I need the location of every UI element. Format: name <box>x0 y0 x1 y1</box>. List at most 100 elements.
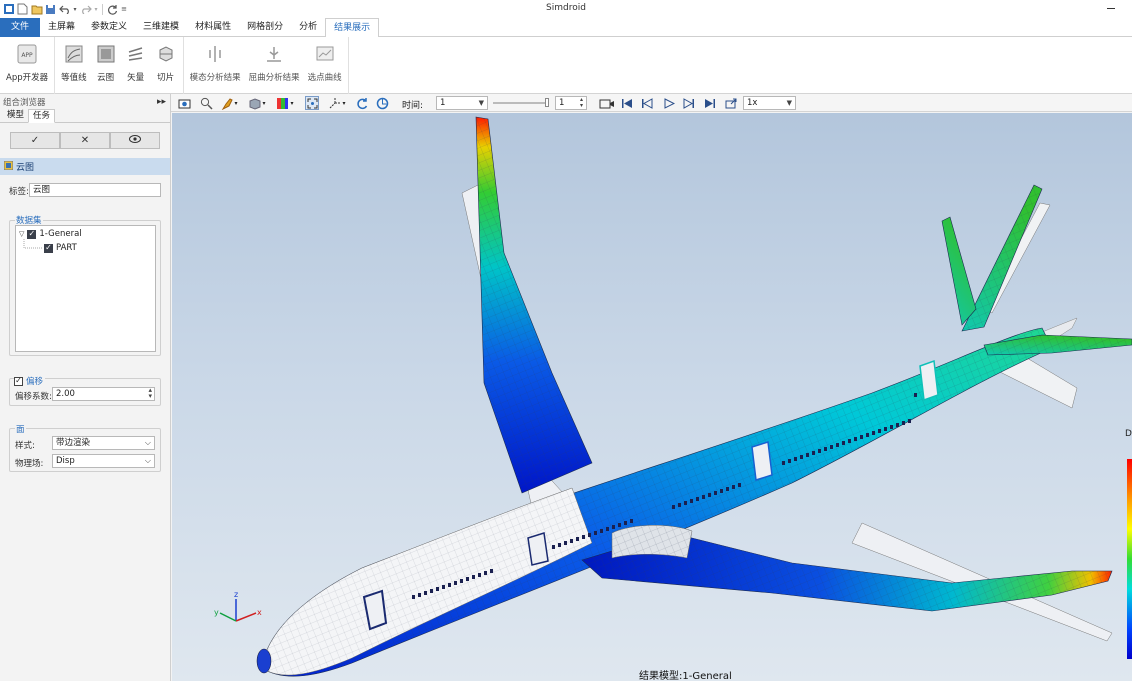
preview-button[interactable] <box>110 132 160 149</box>
spinner-icon[interactable]: ▴ ▾ <box>580 97 583 109</box>
buckling-result-icon <box>263 43 285 65</box>
export-icon[interactable] <box>724 96 738 110</box>
slice-button[interactable]: 切片 <box>151 37 181 94</box>
dropdown-icon[interactable]: ▾ <box>93 3 99 16</box>
previous-frame-icon[interactable] <box>640 96 654 110</box>
tab-model[interactable]: 模型 <box>3 109 28 122</box>
offset-toggle[interactable]: ✓ 偏移 <box>14 375 46 387</box>
checkbox-part[interactable]: ✓ <box>44 243 53 253</box>
minimize-button[interactable] <box>1104 2 1118 14</box>
clear-brush-icon[interactable] <box>219 96 233 110</box>
refresh-icon[interactable] <box>106 3 119 16</box>
spinner-icon[interactable]: ▴ ▾ <box>148 387 152 400</box>
dropdown-icon[interactable]: ▾ <box>233 96 239 110</box>
reset-view-icon[interactable] <box>375 96 389 110</box>
collapse-icon[interactable]: ▸▸ <box>157 97 166 107</box>
frame-input[interactable]: 1 ▴ ▾ <box>555 96 587 110</box>
speed-select[interactable]: 1x ▼ <box>743 96 796 110</box>
ribbon-group-plots: 等值线 云图 矢量 切片 <box>55 37 184 94</box>
tab-home[interactable]: 主屏幕 <box>40 18 83 37</box>
chevron-down-icon: ▼ <box>478 99 484 107</box>
fit-view-icon[interactable] <box>305 96 319 110</box>
time-slider[interactable] <box>493 98 549 107</box>
axis-view-icon[interactable] <box>327 96 341 110</box>
checkbox-1-general[interactable]: ✓ <box>27 229 37 239</box>
tab-meshing[interactable]: 网格剖分 <box>239 18 291 37</box>
redo-icon[interactable] <box>79 3 92 16</box>
tree-item-1-general[interactable]: ▽ ✓ 1-General <box>19 229 82 239</box>
eye-icon <box>129 135 141 146</box>
slice-icon <box>155 43 177 65</box>
time-select[interactable]: 1 ▼ <box>436 96 488 110</box>
save-icon[interactable] <box>44 3 57 16</box>
new-file-icon[interactable] <box>16 3 29 16</box>
dropdown-icon[interactable]: ▾ <box>72 3 78 16</box>
tab-file[interactable]: 文件 <box>0 18 41 37</box>
undo-icon[interactable] <box>58 3 71 16</box>
label-input[interactable]: 云图 <box>29 183 161 197</box>
color-map-icon[interactable] <box>275 96 289 110</box>
screenshot-icon[interactable] <box>177 96 191 110</box>
cancel-button[interactable]: ✕ <box>60 132 110 149</box>
tab-results[interactable]: 结果展示 <box>325 18 380 38</box>
color-legend <box>1127 459 1132 659</box>
point-curve-button[interactable]: 选点曲线 <box>304 37 346 94</box>
app-title: Simdroid <box>546 3 586 13</box>
contour-button[interactable]: 等值线 <box>57 37 91 94</box>
section-header-cloud-map: 云图 <box>0 158 170 175</box>
open-folder-icon[interactable] <box>30 3 43 16</box>
play-icon[interactable] <box>662 96 676 110</box>
quick-access-toolbar: ▾ ▾ ≡ <box>0 3 128 16</box>
offset-checkbox[interactable]: ✓ <box>14 376 23 386</box>
surface-title: 面 <box>15 423 26 435</box>
cloud-map-button[interactable]: 云图 <box>91 37 121 94</box>
view-toolbar: ▾ ▾ ▾ ▾ 时间: 1 ▼ 1 ▴ ▾ 1x ▼ <box>171 94 1132 112</box>
app-logo-icon <box>2 3 15 16</box>
shaded-view-icon[interactable] <box>247 96 261 110</box>
tab-analysis[interactable]: 分析 <box>291 18 325 37</box>
tab-3d-modeling[interactable]: 三维建模 <box>135 18 187 37</box>
modal-result-button[interactable]: 模态分析结果 <box>186 37 245 94</box>
rotate-icon[interactable] <box>355 96 369 110</box>
next-frame-icon[interactable] <box>682 96 696 110</box>
tab-task[interactable]: 任务 <box>28 109 56 123</box>
offset-factor-input[interactable]: 2.00 ▴ ▾ <box>52 387 155 401</box>
record-video-icon[interactable] <box>598 96 616 110</box>
cloud-map-icon <box>95 43 117 65</box>
tab-materials[interactable]: 材料属性 <box>187 18 239 37</box>
expand-icon[interactable]: ▽ <box>19 230 24 238</box>
customize-icon[interactable]: ≡ <box>120 3 128 16</box>
3d-viewport[interactable]: z x y D 结果模型:1-General <box>172 113 1132 681</box>
dropdown-icon[interactable]: ▾ <box>341 96 347 110</box>
svg-text:APP: APP <box>21 52 33 59</box>
physics-field-select[interactable]: Disp ⌵ <box>52 454 155 468</box>
slider-handle[interactable] <box>545 98 549 107</box>
close-icon: ✕ <box>80 135 90 146</box>
confirm-button[interactable]: ✓ <box>10 132 60 149</box>
ribbon: APP App开发器 等值线 云图 矢量 切片 模态分析结果 屈曲分析结果 选点… <box>0 37 1132 94</box>
point-curve-icon <box>314 43 336 65</box>
dropdown-icon[interactable]: ▾ <box>261 96 267 110</box>
chevron-down-icon: ⌵ <box>144 438 151 447</box>
check-icon: ✓ <box>30 135 40 146</box>
style-label: 样式: <box>15 441 35 451</box>
cloud-map-icon <box>3 160 14 173</box>
chevron-down-icon: ⌵ <box>144 456 151 465</box>
zoom-icon[interactable] <box>199 96 213 110</box>
first-frame-icon[interactable] <box>620 96 634 110</box>
browser-tabs: 模型 任务 <box>0 109 170 123</box>
last-frame-icon[interactable] <box>703 96 717 110</box>
time-label: 时间: <box>402 101 424 111</box>
app-developer-button[interactable]: APP App开发器 <box>2 37 52 94</box>
svg-text:z: z <box>234 591 238 599</box>
style-select[interactable]: 带边渲染 ⌵ <box>52 436 155 450</box>
dropdown-icon[interactable]: ▾ <box>289 96 295 110</box>
app-icon: APP <box>16 43 38 65</box>
tab-parameters[interactable]: 参数定义 <box>83 18 135 37</box>
tree-item-part[interactable]: ✓ PART <box>44 243 77 253</box>
vector-button[interactable]: 矢量 <box>121 37 151 94</box>
chevron-down-icon: ▼ <box>786 99 792 107</box>
menu-tabs: 文件 主屏幕 参数定义 三维建模 材料属性 网格剖分 分析 结果展示 <box>0 18 1132 38</box>
offset-factor-label: 偏移系数: <box>15 392 52 402</box>
buckling-result-button[interactable]: 屈曲分析结果 <box>245 37 304 94</box>
